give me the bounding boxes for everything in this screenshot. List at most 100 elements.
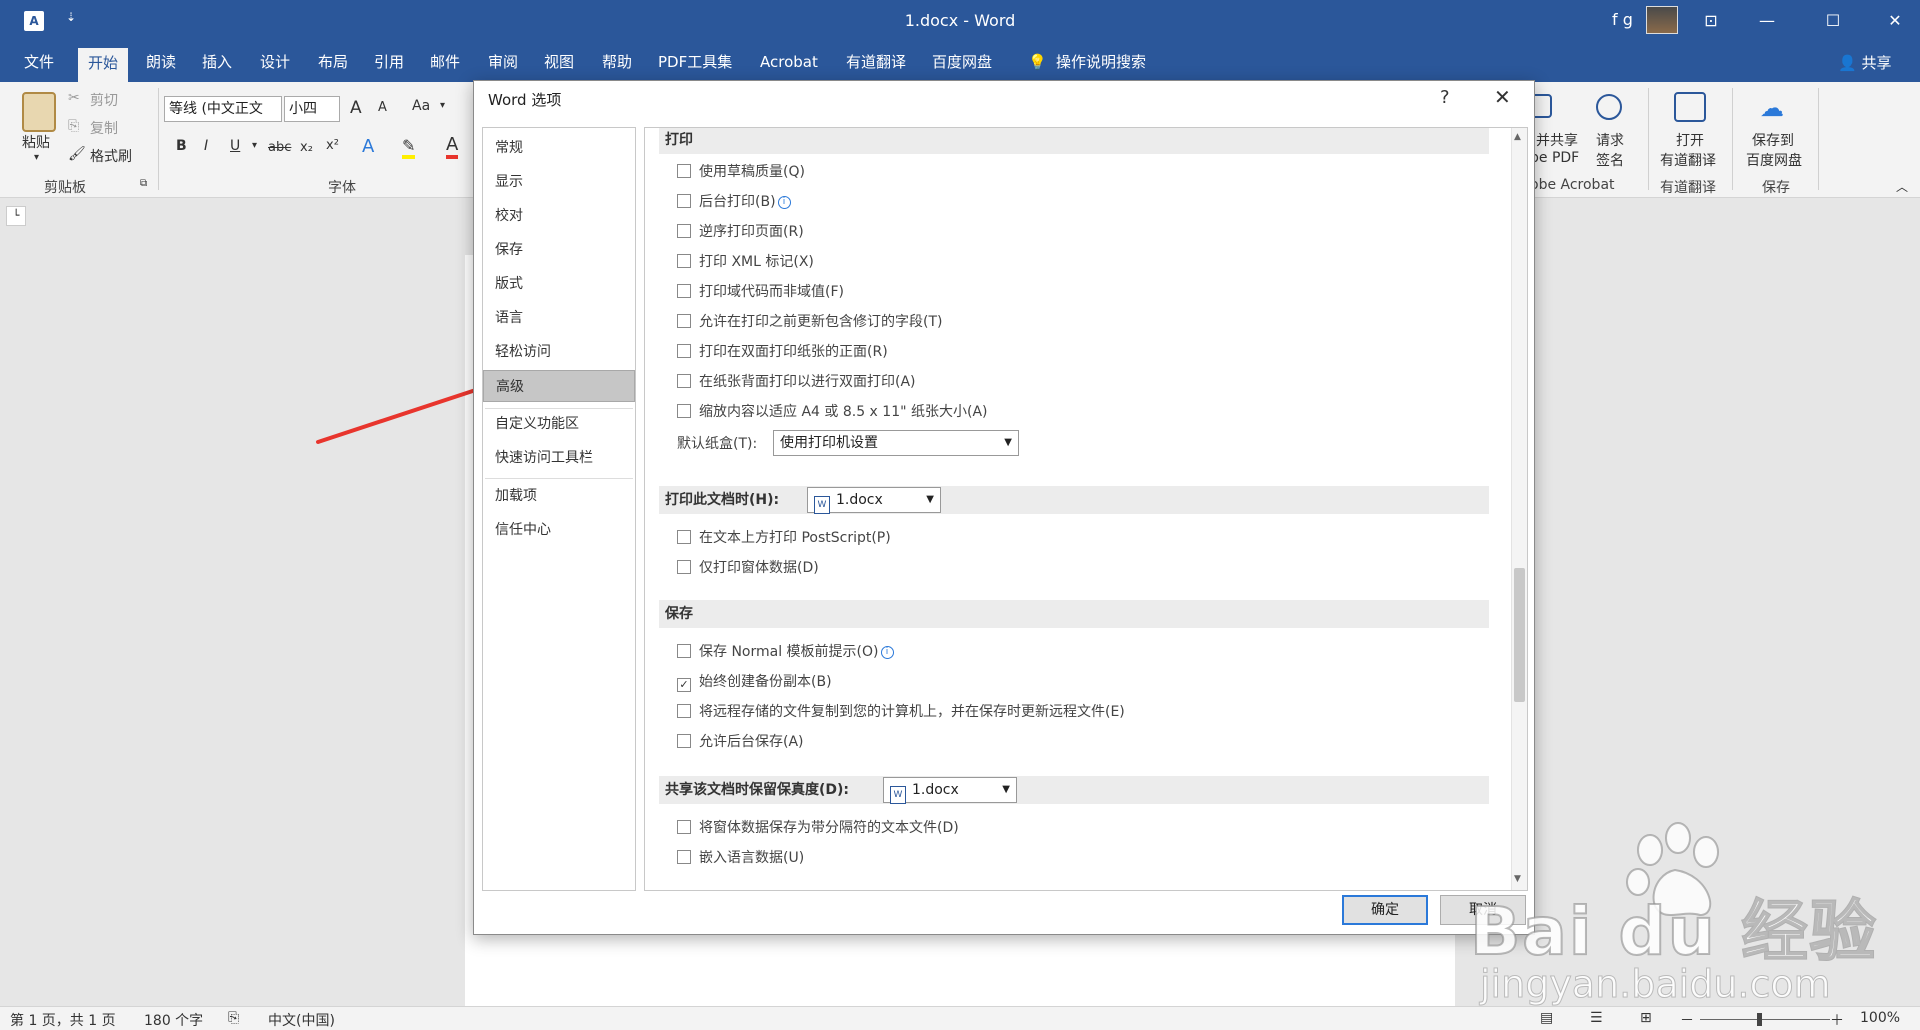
nav-proofing[interactable]: 校对 (483, 200, 635, 232)
save-to-baidu-label-2[interactable]: 百度网盘 (1746, 150, 1802, 170)
print-document-select[interactable]: W 1.docx ▼ (807, 487, 941, 514)
text-effects-icon[interactable]: A (362, 136, 374, 157)
italic-button[interactable]: I (204, 138, 208, 154)
scrollbar-thumb[interactable] (1514, 568, 1525, 702)
postscript-checkbox[interactable] (677, 530, 691, 544)
grow-font-button[interactable]: A (350, 98, 362, 118)
opt-update-fields[interactable]: 允许在打印之前更新包含修订的字段(T) (677, 312, 942, 332)
scroll-up-icon[interactable]: ▲ (1514, 132, 1521, 142)
nav-typography[interactable]: 版式 (483, 268, 635, 300)
scroll-down-icon[interactable]: ▼ (1514, 874, 1521, 884)
opt-prompt-normal[interactable]: 保存 Normal 模板前提示(O) i (677, 642, 894, 662)
tab-baidu-netdisk[interactable]: 百度网盘 (922, 42, 1002, 82)
font-name-combo[interactable]: 等线 (中文正文 (164, 96, 282, 122)
tab-file[interactable]: 文件 (14, 42, 64, 82)
cancel-button[interactable]: 取消 (1440, 895, 1526, 925)
dialog-close-icon[interactable]: ✕ (1494, 85, 1511, 109)
bold-button[interactable]: B (176, 138, 187, 154)
tab-selector-icon[interactable]: └ (6, 206, 26, 226)
save-to-baidu-label-1[interactable]: 保存到 (1752, 130, 1794, 150)
font-color-icon[interactable]: A (446, 134, 459, 159)
field-codes-checkbox[interactable] (677, 284, 691, 298)
tab-view[interactable]: 视图 (534, 42, 584, 82)
tab-pdf-tools[interactable]: PDF工具集 (648, 42, 742, 82)
tab-design[interactable]: 设计 (250, 42, 300, 82)
tab-mailings[interactable]: 邮件 (420, 42, 470, 82)
user-name[interactable]: f g (1612, 10, 1633, 29)
paste-dropdown-icon[interactable]: ▾ (34, 152, 39, 163)
read-mode-icon[interactable]: ▤ (1540, 1010, 1553, 1026)
opt-background-print[interactable]: 后台打印(B) i (677, 192, 791, 212)
nav-add-ins[interactable]: 加载项 (483, 480, 635, 512)
duplex-back-checkbox[interactable] (677, 374, 691, 388)
tab-youdao[interactable]: 有道翻译 (836, 42, 916, 82)
tab-help[interactable]: 帮助 (592, 42, 642, 82)
page-count[interactable]: 第 1 页，共 1 页 (10, 1010, 116, 1030)
tab-read-aloud[interactable]: 朗读 (136, 42, 186, 82)
help-icon[interactable]: ? (1440, 87, 1450, 108)
opt-form-data-only[interactable]: 仅打印窗体数据(D) (677, 558, 819, 578)
nav-save[interactable]: 保存 (483, 234, 635, 266)
nav-ease-of-access[interactable]: 轻松访问 (483, 336, 635, 368)
cut-button[interactable]: 剪切 (90, 90, 118, 110)
nav-quick-access-toolbar[interactable]: 快速访问工具栏 (483, 442, 635, 474)
clipboard-launcher-icon[interactable]: ⧉ (140, 178, 147, 189)
info-icon[interactable]: i (880, 646, 894, 659)
print-layout-icon[interactable]: ☰ (1590, 1010, 1603, 1026)
opt-save-form-text[interactable]: 将窗体数据保存为带分隔符的文本文件(D) (677, 818, 959, 838)
change-case-button[interactable]: Aa (412, 98, 430, 114)
zoom-in-button[interactable]: ＋ (1830, 1010, 1844, 1030)
open-youdao-label-2[interactable]: 有道翻译 (1660, 150, 1716, 170)
form-data-only-checkbox[interactable] (677, 560, 691, 574)
ribbon-display-options-icon[interactable]: ⊡ (1696, 8, 1726, 34)
print-xml-checkbox[interactable] (677, 254, 691, 268)
opt-background-save[interactable]: 允许后台保存(A) (677, 732, 804, 752)
share-pdf-label-1[interactable]: 并共享 (1536, 130, 1578, 150)
nav-trust-center[interactable]: 信任中心 (483, 514, 635, 546)
tab-insert[interactable]: 插入 (192, 42, 242, 82)
opt-duplex-back[interactable]: 在纸张背面打印以进行双面打印(A) (677, 372, 916, 392)
tell-me-search[interactable]: 操作说明搜索 (1046, 42, 1156, 82)
ok-button[interactable]: 确定 (1342, 895, 1428, 925)
word-count[interactable]: 180 个字 (144, 1010, 203, 1030)
proofing-icon[interactable]: ⎘ (228, 1010, 239, 1026)
web-layout-icon[interactable]: ⊞ (1640, 1010, 1652, 1026)
nav-language[interactable]: 语言 (483, 302, 635, 334)
nav-display[interactable]: 显示 (483, 166, 635, 198)
subscript-button[interactable]: x₂ (300, 140, 313, 155)
duplex-front-checkbox[interactable] (677, 344, 691, 358)
draft-quality-checkbox[interactable] (677, 164, 691, 178)
opt-copy-remote[interactable]: 将远程存储的文件复制到您的计算机上，并在保存时更新远程文件(E) (677, 702, 1125, 722)
scale-content-checkbox[interactable] (677, 404, 691, 418)
nav-customize-ribbon[interactable]: 自定义功能区 (483, 408, 635, 440)
zoom-slider-thumb[interactable] (1757, 1013, 1762, 1026)
opt-field-codes[interactable]: 打印域代码而非域值(F) (677, 282, 844, 302)
background-save-checkbox[interactable] (677, 734, 691, 748)
paste-icon[interactable] (22, 92, 56, 132)
opt-print-xml[interactable]: 打印 XML 标记(X) (677, 252, 814, 272)
share-button[interactable]: 👤 共享 (1838, 52, 1891, 73)
collapse-ribbon-icon[interactable]: ︿ (1896, 178, 1908, 195)
zoom-out-button[interactable]: － (1680, 1010, 1694, 1030)
tab-home[interactable]: 开始 (78, 48, 129, 82)
request-signature-2[interactable]: 签名 (1596, 150, 1624, 170)
opt-scale-content[interactable]: 缩放内容以适应 A4 或 8.5 x 11" 纸张大小(A) (677, 402, 988, 422)
minimize-icon[interactable]: — (1752, 8, 1782, 34)
open-youdao-label-1[interactable]: 打开 (1676, 130, 1704, 150)
strikethrough-button[interactable]: abc (268, 140, 291, 155)
share-pdf-label-2[interactable]: be PDF (1530, 150, 1579, 166)
opt-duplex-front[interactable]: 打印在双面打印纸张的正面(R) (677, 342, 888, 362)
shrink-font-button[interactable]: A (378, 100, 387, 115)
tab-layout[interactable]: 布局 (308, 42, 358, 82)
tab-acrobat[interactable]: Acrobat (750, 42, 828, 82)
maximize-icon[interactable]: ☐ (1818, 8, 1848, 34)
tab-review[interactable]: 审阅 (478, 42, 528, 82)
paste-button[interactable]: 粘贴 (22, 132, 50, 152)
save-form-text-checkbox[interactable] (677, 820, 691, 834)
copy-button[interactable]: 复制 (90, 118, 118, 138)
opt-embed-language[interactable]: 嵌入语言数据(U) (677, 848, 804, 868)
reverse-order-checkbox[interactable] (677, 224, 691, 238)
highlight-icon[interactable]: ✎ (402, 136, 416, 159)
prompt-normal-checkbox[interactable] (677, 644, 691, 658)
format-painter-button[interactable]: 格式刷 (90, 146, 132, 166)
